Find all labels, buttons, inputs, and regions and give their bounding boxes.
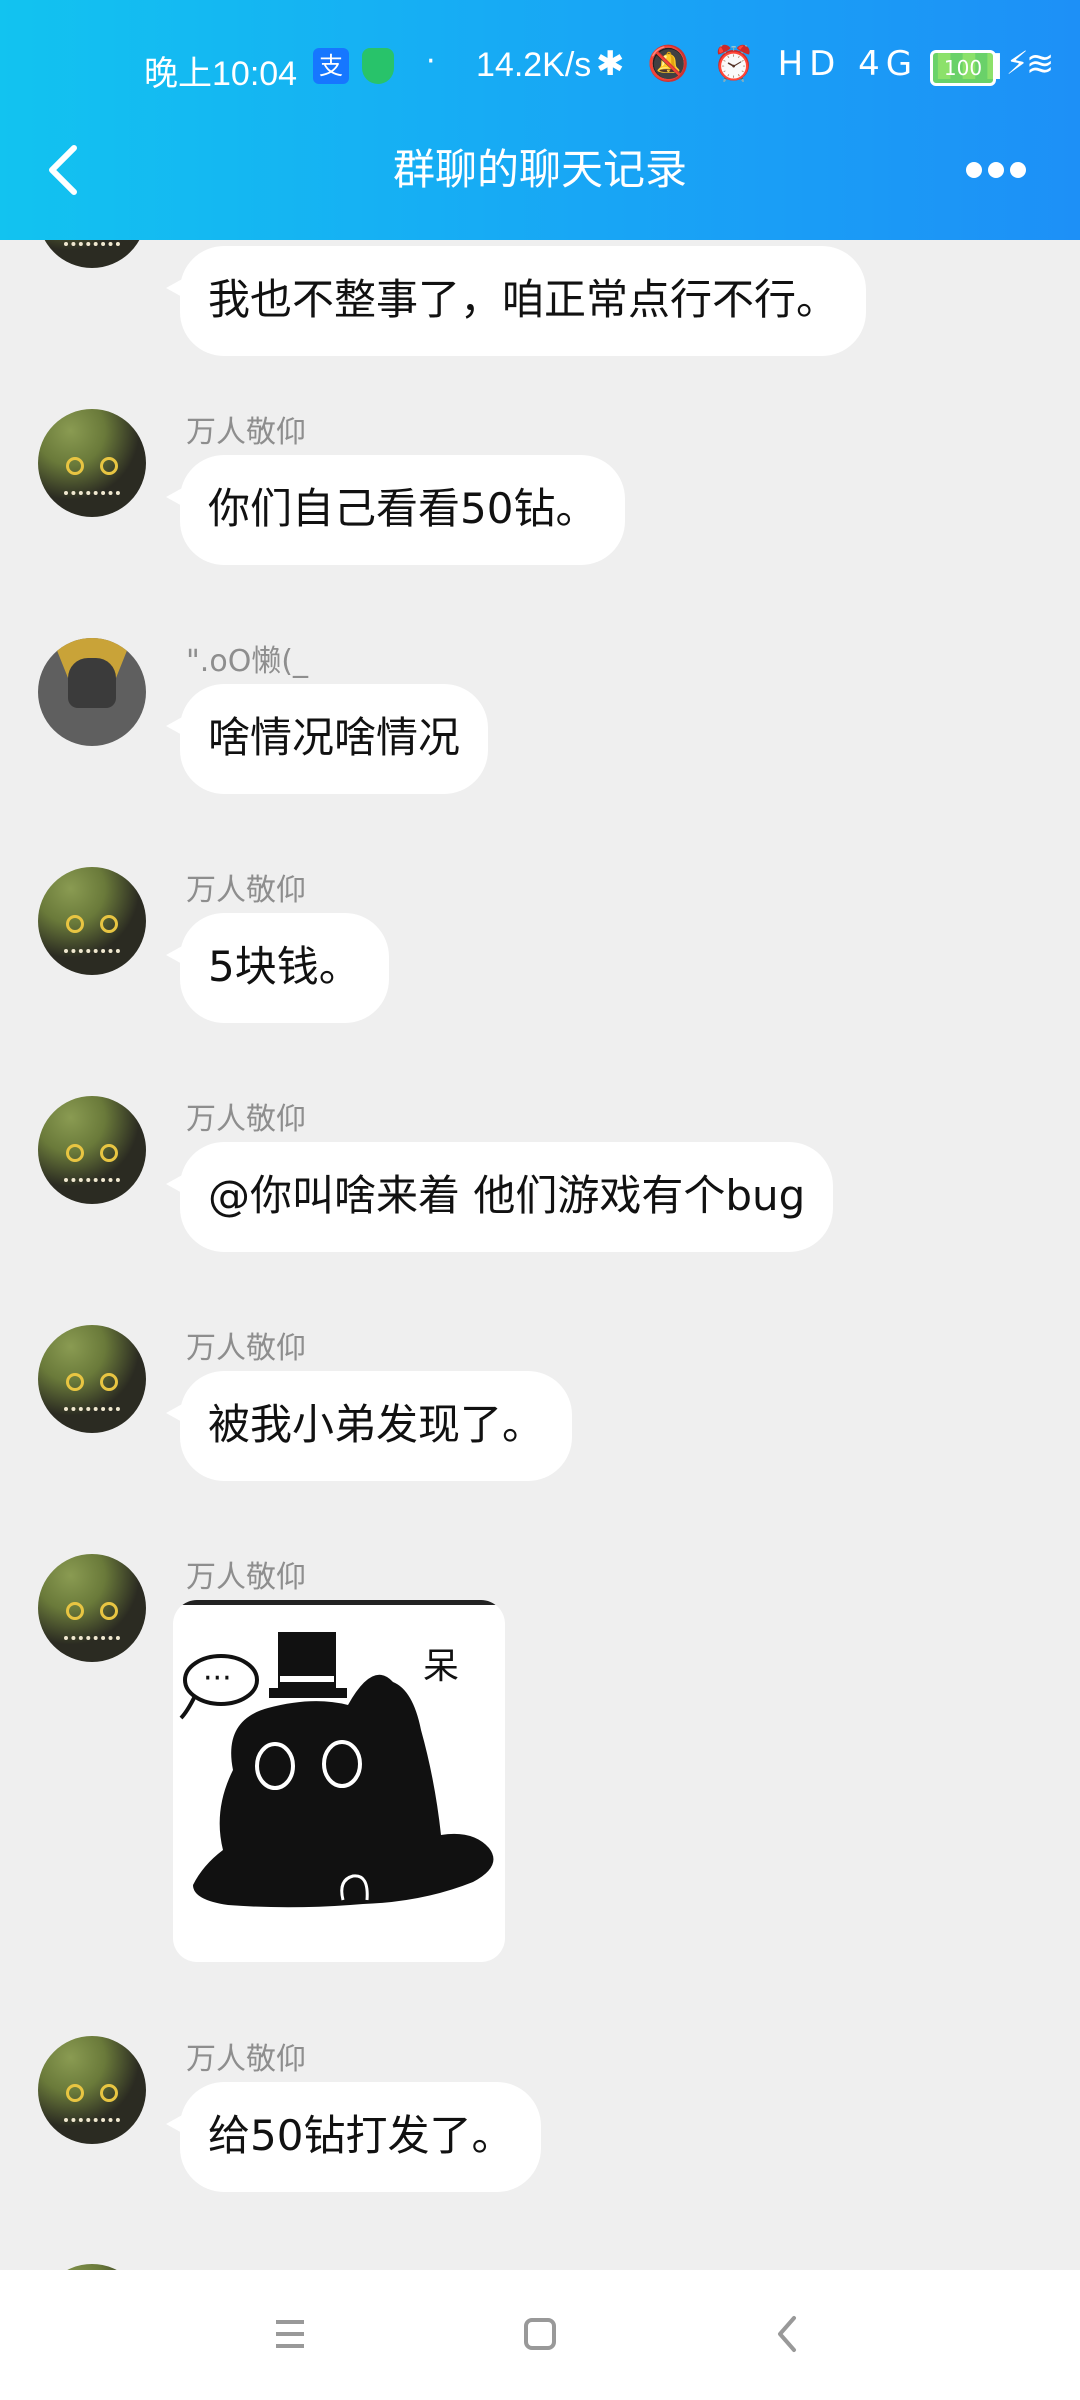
app-header: 晚上10:04 支 · 14.2K/s ✱ 🔕 ⏰ HD 4G ▮▮▮ ≋ 10…: [0, 0, 1080, 240]
more-button[interactable]: [966, 150, 1036, 190]
avatar-teeth: [64, 1636, 120, 1650]
more-dot-icon: [1010, 162, 1026, 178]
sender-name: 万人敬仰: [186, 1331, 306, 1366]
avatar-teeth: [64, 1178, 120, 1192]
message-bubble[interactable]: 你们自己看看50钻。: [165, 455, 626, 565]
home-button[interactable]: [510, 2310, 570, 2360]
message-bubble[interactable]: 5块钱。: [166, 913, 389, 1023]
avatar-eye: [66, 915, 84, 933]
avatar[interactable]: [38, 1554, 146, 1662]
status-time: 晚上10:04: [144, 55, 298, 93]
avatar[interactable]: [38, 240, 146, 268]
shield-icon: [362, 48, 394, 84]
network-speed: 14.2K/s: [476, 46, 592, 84]
avatar-eye: [66, 1144, 84, 1162]
charging-icon: ⚡: [1006, 44, 1029, 82]
sender-name: 万人敬仰: [186, 873, 306, 908]
black-cat-sticker: ··· 呆: [173, 1600, 505, 1908]
message-bubble[interactable]: @你叫啥来着 他们游戏有个bug: [165, 1142, 834, 1252]
message-bubble[interactable]: 被我小弟发现了。: [165, 1371, 573, 1481]
home-square-icon: [524, 2318, 556, 2350]
more-dot-icon: [966, 162, 982, 178]
status-dot: ·: [426, 44, 436, 79]
avatar-eye: [66, 1602, 84, 1620]
message-bubble[interactable]: 啥情况啥情况: [165, 684, 489, 794]
avatar[interactable]: [38, 1096, 146, 1204]
sender-name: 万人敬仰: [186, 1560, 306, 1595]
sticker-caption: 呆: [423, 1646, 459, 1687]
sticker-dots: ···: [203, 1661, 232, 1696]
avatar-eye: [100, 915, 118, 933]
message-bubble[interactable]: 我也不整事了，咱正常点行不行。: [165, 246, 867, 356]
avatar[interactable]: [38, 638, 146, 746]
nav-back-button[interactable]: [758, 2310, 818, 2360]
avatar-teeth: [64, 491, 120, 505]
avatar-teeth: [64, 242, 120, 256]
avatar[interactable]: [38, 409, 146, 517]
alipay-icon: 支: [313, 48, 349, 84]
back-triangle-icon: [778, 2316, 796, 2352]
avatar-teeth: [64, 2118, 120, 2132]
more-dot-icon: [988, 162, 1004, 178]
sender-name: 万人敬仰: [186, 415, 306, 450]
avatar-teeth: [64, 949, 120, 963]
chat-history[interactable]: 我也不整事了，咱正常点行不行。 万人敬仰 你们自己看看50钻。 ".oO懒(_ …: [0, 240, 1080, 2270]
avatar-eye: [66, 1373, 84, 1391]
avatar-teeth: [64, 1407, 120, 1421]
sender-name: 万人敬仰: [186, 2042, 306, 2077]
avatar[interactable]: [38, 2036, 146, 2144]
menu-icon: [276, 2320, 304, 2348]
avatar[interactable]: [38, 1325, 146, 1433]
avatar-eye: [100, 1144, 118, 1162]
avatar-eye: [100, 2084, 118, 2102]
avatar-eye: [100, 457, 118, 475]
sticker-image[interactable]: ··· 呆: [173, 1600, 505, 1962]
avatar-eye: [66, 2084, 84, 2102]
message-bubble[interactable]: 给50钻打发了。: [165, 2082, 542, 2192]
battery-icon: 100: [930, 50, 996, 86]
avatar-eye: [66, 457, 84, 475]
avatar[interactable]: [38, 867, 146, 975]
sender-name: 万人敬仰: [186, 1102, 306, 1137]
status-bar: 晚上10:04 支 · 14.2K/s ✱ 🔕 ⏰ HD 4G ▮▮▮ ≋ 10…: [0, 44, 1080, 93]
menu-button[interactable]: [260, 2310, 320, 2360]
avatar-face: [68, 658, 116, 708]
sender-name: ".oO懒(_: [186, 644, 309, 679]
avatar-eye: [100, 1373, 118, 1391]
page-title: 群聊的聊天记录: [392, 145, 687, 194]
system-nav-bar: [0, 2270, 1080, 2400]
avatar-eye: [100, 1602, 118, 1620]
